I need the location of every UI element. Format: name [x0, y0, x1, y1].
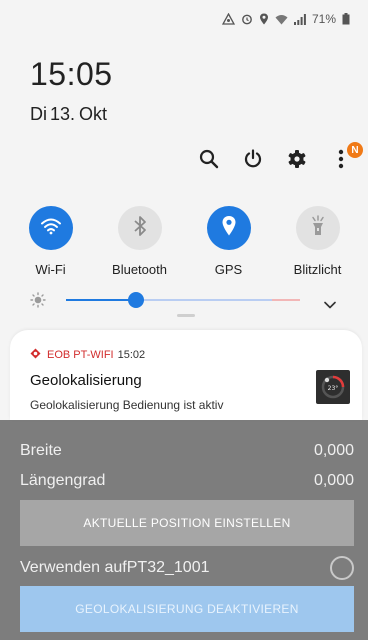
alarm-icon	[241, 13, 253, 25]
notification-badge: N	[347, 142, 363, 158]
battery-percent: 71%	[311, 12, 336, 26]
deactivate-geolocation-button[interactable]: GEOLOKALISIERUNG DEAKTIVIEREN	[20, 586, 354, 632]
shade-drag-handle[interactable]	[177, 314, 195, 317]
tile-flashlight[interactable]: Blitzlicht	[274, 206, 362, 277]
more-options-button[interactable]: N	[328, 142, 363, 174]
latitude-row: Breite 0,000	[20, 442, 354, 460]
power-button[interactable]	[240, 148, 266, 174]
longitude-row: Längengrad 0,000	[20, 472, 354, 490]
date-day: 13.	[50, 104, 76, 124]
gps-toggle[interactable]	[206, 206, 251, 250]
quick-toggles: Wi-Fi Bluetooth GPS Blitzlicht	[0, 206, 368, 277]
tile-label-bluetooth: Bluetooth	[112, 262, 167, 277]
tile-label-wifi: Wi-Fi	[35, 262, 66, 277]
brightness-slider-fill	[66, 299, 136, 301]
chevron-down-icon[interactable]	[324, 296, 336, 314]
more-vertical-icon	[338, 149, 344, 174]
date-day-name: Di	[30, 104, 47, 124]
notification-thumbnail: 23°	[316, 370, 350, 404]
wifi-status-icon	[275, 14, 288, 25]
notification-app-name: EOB PT-WIFI	[47, 349, 114, 361]
gear-icon	[287, 149, 307, 174]
status-bar: 71%	[221, 12, 350, 26]
brightness-control	[30, 290, 348, 310]
longitude-label: Längengrad	[20, 472, 106, 489]
tile-bluetooth[interactable]: Bluetooth	[96, 206, 184, 277]
notification-title: Geolokalisierung	[30, 372, 142, 389]
notification-card[interactable]: EOB PT-WIFI 15:02 Geolokalisierung Geolo…	[10, 330, 362, 420]
flashlight-icon	[310, 214, 326, 242]
tile-wifi[interactable]: Wi-Fi	[7, 206, 95, 277]
set-current-position-button[interactable]: AKTUELLE POSITION EINSTELLEN	[20, 500, 354, 546]
latitude-label: Breite	[20, 442, 62, 459]
date[interactable]: Di 13. Okt	[30, 104, 107, 125]
location-pin-icon	[221, 215, 237, 242]
clock-time[interactable]: 15:05	[30, 56, 113, 93]
latitude-value: 0,000	[313, 442, 354, 459]
tile-label-flashlight: Blitzlicht	[293, 262, 342, 277]
brightness-sun-icon	[30, 292, 46, 313]
notification-header: EOB PT-WIFI 15:02	[30, 348, 145, 362]
power-icon	[243, 148, 263, 174]
app-logo-icon	[30, 348, 41, 362]
thumbnail-temperature: 23°	[328, 385, 339, 392]
tile-label-gps: GPS	[214, 262, 243, 277]
app-content: Breite 0,000 Längengrad 0,000 AKTUELLE P…	[0, 420, 368, 640]
longitude-value: 0,000	[313, 472, 354, 489]
tile-gps[interactable]: GPS	[185, 206, 273, 277]
bluetooth-toggle[interactable]	[117, 206, 162, 250]
brightness-slider-end	[272, 299, 300, 301]
notification-time: 15:02	[117, 349, 146, 361]
brightness-slider[interactable]	[66, 299, 300, 301]
signal-icon	[293, 13, 306, 25]
bluetooth-icon	[133, 215, 147, 242]
use-on-label: Verwenden aufPT32_1001	[20, 559, 210, 576]
date-month: Okt	[79, 104, 108, 124]
notification-body: Geolokalisierung Bedienung ist aktiv	[30, 398, 224, 412]
use-on-radio[interactable]	[330, 556, 354, 580]
search-button[interactable]	[196, 148, 222, 174]
flashlight-toggle[interactable]	[295, 206, 340, 250]
use-on-row: Verwenden aufPT32_1001	[20, 556, 354, 580]
sync-icon	[221, 13, 235, 25]
wifi-icon	[40, 217, 62, 240]
search-icon	[199, 149, 219, 174]
brightness-slider-thumb[interactable]	[128, 292, 144, 308]
battery-icon	[342, 13, 350, 25]
settings-button[interactable]	[284, 148, 310, 174]
quick-settings-panel: 71% 15:05 Di 13. Okt N Wi-Fi Bluetooth G…	[0, 0, 368, 340]
quick-actions: N	[196, 142, 363, 174]
location-status-icon	[259, 13, 269, 25]
wifi-toggle[interactable]	[28, 206, 73, 250]
